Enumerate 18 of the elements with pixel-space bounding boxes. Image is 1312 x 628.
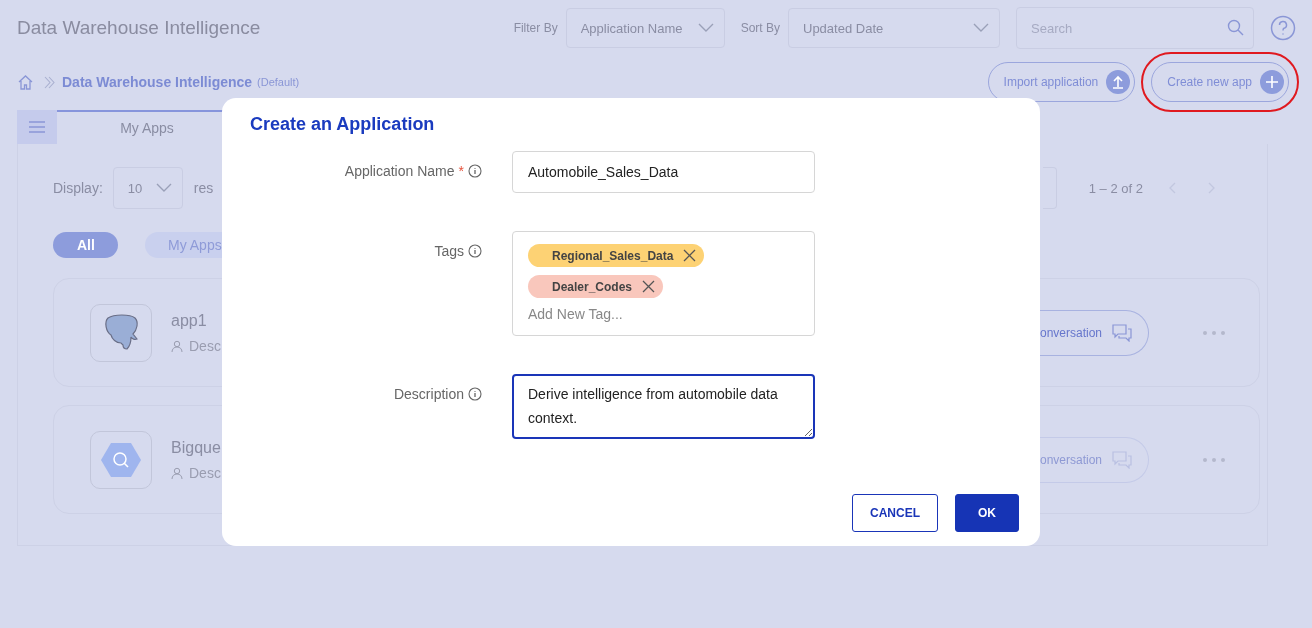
dialog-title: Create an Application <box>250 114 436 135</box>
field-label: Description <box>393 386 464 402</box>
filter-label: Filter By <box>513 21 558 35</box>
app-name: Bigque <box>171 438 221 457</box>
app-title: Data Warehouse Intelligence <box>17 17 262 39</box>
field-label: Tags <box>434 243 464 259</box>
page-range: 1 – 2 of 2 <box>1088 180 1143 196</box>
tag-label: Dealer_Codes <box>552 279 633 294</box>
required-mark: * <box>458 163 464 179</box>
field-label: Application Name <box>344 163 455 179</box>
results-label: res <box>193 180 214 196</box>
sort-label: Sort By <box>740 21 780 35</box>
tag-label: Regional_Sales_Data <box>552 248 674 263</box>
app-description: Desc <box>189 337 221 354</box>
app-name: app1 <box>171 311 208 330</box>
app-description: Desc <box>189 464 221 481</box>
display-label: Display: <box>53 180 103 196</box>
breadcrumb-suffix: (Default) <box>257 76 300 88</box>
